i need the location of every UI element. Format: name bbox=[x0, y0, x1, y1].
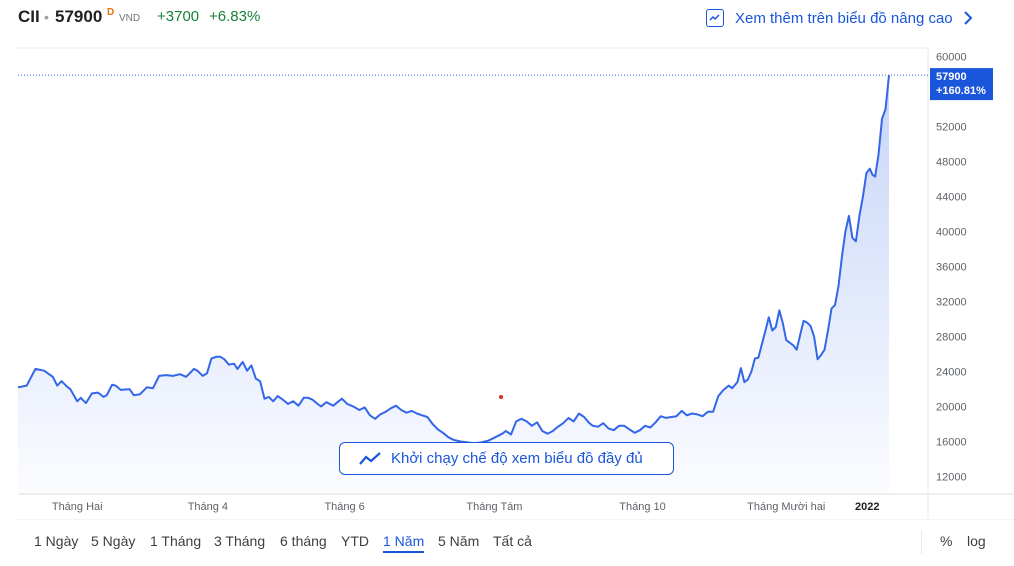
y-tick-label: 20000 bbox=[936, 402, 967, 414]
price-change-percent: +6.83% bbox=[209, 8, 261, 25]
chart-line-icon bbox=[706, 9, 724, 27]
launch-full-chart-button[interactable]: Khởi chạy chế độ xem biểu đồ đầy đủ bbox=[339, 442, 674, 475]
time-range-bar: 1 Ngày 5 Ngày 1 Tháng 3 Tháng 6 tháng YT… bbox=[0, 522, 1014, 562]
log-toggle[interactable]: log bbox=[967, 533, 986, 549]
y-tick-label: 44000 bbox=[936, 192, 967, 204]
x-tick-label: Tháng 4 bbox=[188, 501, 228, 513]
separator-dot: • bbox=[44, 9, 49, 25]
price-change: +3700 bbox=[157, 8, 200, 25]
y-tick-label: 32000 bbox=[936, 297, 967, 309]
y-tick-label: 52000 bbox=[936, 122, 967, 134]
range-6-month[interactable]: 6 tháng bbox=[280, 533, 327, 549]
range-1-day[interactable]: 1 Ngày bbox=[34, 533, 78, 549]
trend-line-icon bbox=[359, 451, 381, 465]
last-value-change: +160.81% bbox=[936, 85, 986, 97]
advanced-chart-label: Xem thêm trên biểu đồ nâng cao bbox=[735, 9, 953, 27]
range-5-day[interactable]: 5 Ngày bbox=[91, 533, 135, 549]
last-price: 57900 bbox=[55, 7, 103, 26]
y-tick-label: 48000 bbox=[936, 157, 967, 169]
delay-badge: D bbox=[107, 7, 115, 18]
range-all[interactable]: Tất cả bbox=[493, 533, 532, 549]
range-1-month[interactable]: 1 Tháng bbox=[150, 533, 201, 549]
y-tick-label: 60000 bbox=[936, 52, 967, 64]
x-tick-label: Tháng 6 bbox=[324, 501, 364, 513]
x-tick-label: 2022 bbox=[855, 501, 879, 513]
quote-header: CII • 57900 D VND +3700 +6.83% Xem thêm … bbox=[0, 0, 1014, 36]
chevron-right-icon bbox=[963, 11, 973, 25]
range-3-month[interactable]: 3 Tháng bbox=[214, 533, 265, 549]
cursor-marker bbox=[499, 395, 503, 399]
x-tick-label: Tháng Hai bbox=[52, 501, 103, 513]
x-tick-label: Tháng Mười hai bbox=[747, 501, 825, 513]
advanced-chart-link[interactable]: Xem thêm trên biểu đồ nâng cao bbox=[706, 6, 973, 30]
range-ytd[interactable]: YTD bbox=[341, 533, 369, 549]
y-tick-label: 28000 bbox=[936, 332, 967, 344]
series-area bbox=[18, 75, 889, 494]
range-5-year[interactable]: 5 Năm bbox=[438, 533, 479, 549]
x-tick-label: Tháng 10 bbox=[619, 501, 665, 513]
currency-label: VND bbox=[119, 13, 141, 24]
y-tick-label: 12000 bbox=[936, 472, 967, 484]
last-value-price: 57900 bbox=[936, 71, 967, 83]
y-tick-label: 40000 bbox=[936, 227, 967, 239]
x-tick-label: Tháng Tám bbox=[466, 501, 522, 513]
y-tick-label: 36000 bbox=[936, 262, 967, 274]
range-bar-divider bbox=[921, 530, 922, 554]
launch-full-chart-label: Khởi chạy chế độ xem biểu đồ đầy đủ bbox=[391, 450, 643, 467]
y-tick-label: 16000 bbox=[936, 437, 967, 449]
range-1-year[interactable]: 1 Năm bbox=[383, 533, 425, 553]
percent-toggle[interactable]: % bbox=[940, 533, 952, 549]
ticker-symbol: CII bbox=[18, 7, 40, 26]
y-tick-label: 24000 bbox=[936, 367, 967, 379]
